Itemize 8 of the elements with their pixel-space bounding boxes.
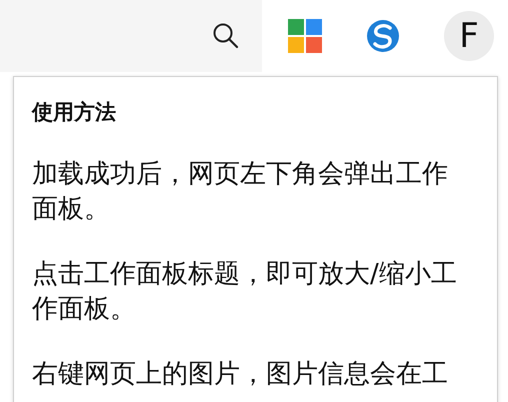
- swirl-logo-icon[interactable]: [366, 19, 400, 53]
- search-icon[interactable]: [212, 22, 240, 50]
- help-paragraph: 右键网页上的图片，图片信息会在工: [32, 358, 449, 391]
- help-paragraph: 点击工作面板标题，即可放大/缩小工作面板。: [32, 258, 458, 326]
- panel-title: 使用方法: [32, 99, 117, 126]
- avatar-button[interactable]: F: [444, 11, 494, 61]
- windows-tiles-icon[interactable]: [288, 19, 322, 53]
- help-paragraph: 加载成功后，网页左下角会弹出工作面板。: [32, 158, 449, 226]
